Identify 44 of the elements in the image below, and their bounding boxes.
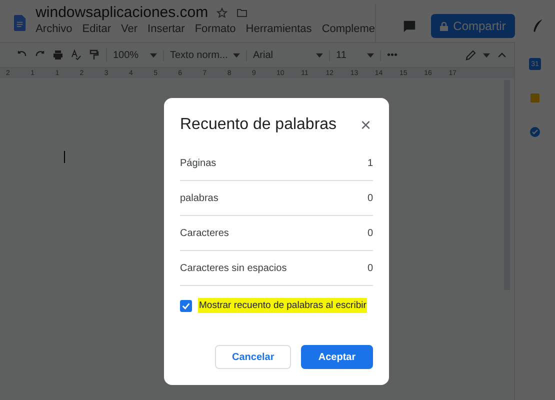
document-title[interactable]: windowsaplicaciones.com [36,4,208,21]
lock-icon [440,22,448,30]
menu-item[interactable]: Formato [194,23,236,35]
menu-item[interactable]: Herramientas [246,23,312,35]
docs-logo-icon[interactable] [14,12,26,34]
style-dropdown[interactable]: Texto norm... [170,50,247,60]
caret-icon [233,52,240,58]
caret-icon [316,52,323,58]
checkbox[interactable] [180,300,192,312]
paint-format-icon[interactable] [88,49,100,61]
stat-value: 1 [367,158,373,168]
print-icon[interactable] [52,49,64,61]
menu-item[interactable]: Archivo [36,23,72,35]
stat-label: palabras [180,192,218,204]
checkbox-label[interactable]: Mostrar recuento de palabras al escribir [198,298,368,313]
stat-value: 0 [367,192,373,204]
more-button[interactable]: ••• [387,50,398,60]
pencil-icon[interactable] [465,49,477,61]
cancel-button[interactable]: Cancelar [215,345,291,369]
stat-label: Caracteres sin espacios [180,262,287,274]
caret-icon [483,52,490,58]
spellcheck-icon[interactable] [70,49,82,61]
star-icon[interactable] [216,6,228,18]
font-dropdown[interactable]: Arial [253,50,330,60]
caret-icon [150,52,157,58]
font-size-dropdown[interactable]: 11 [336,50,381,60]
menu-item[interactable]: Compleme [322,23,375,35]
menu-item[interactable]: Editar [82,23,111,35]
stat-label: Caracteres [180,228,229,238]
close-button[interactable]: × [358,116,373,134]
accept-button[interactable]: Aceptar [301,345,373,369]
check-circle-icon[interactable] [529,126,541,138]
share-button[interactable]: Compartir [431,14,515,38]
comment-icon[interactable] [402,18,417,34]
dialog-title: Recuento de palabras [180,116,337,134]
text-cursor [64,151,65,163]
menu-item[interactable]: Insertar [148,23,185,35]
caret-icon [367,52,374,58]
stat-value: 0 [367,228,373,238]
folder-icon[interactable] [236,6,248,18]
stat-label: Páginas [180,158,216,168]
stat-value: 0 [367,262,373,274]
menu-item[interactable]: Ver [121,23,138,35]
zoom-dropdown[interactable]: 100% [113,50,164,60]
